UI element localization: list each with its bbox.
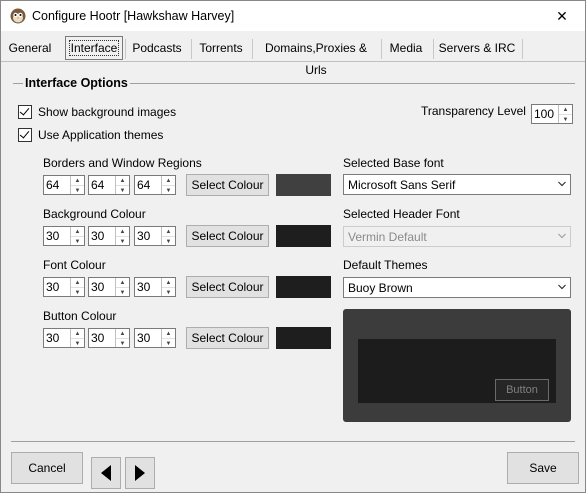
spin-down-icon[interactable]: ▼ xyxy=(71,288,84,297)
cancel-button[interactable]: Cancel xyxy=(11,452,83,484)
use-app-themes-checkbox[interactable]: Use Application themes xyxy=(18,128,163,142)
title-bar: Configure Hootr [Hawkshaw Harvey] ✕ xyxy=(1,1,585,31)
tab-domains-proxies-urls[interactable]: Domains,Proxies & Urls xyxy=(254,37,378,77)
font-blue-spinner[interactable]: 30 ▲ ▼ xyxy=(134,277,176,297)
theme-preview: Button xyxy=(343,309,571,422)
button-select-colour-button[interactable]: Select Colour xyxy=(186,327,269,349)
window-title: Configure Hootr [Hawkshaw Harvey] xyxy=(32,9,235,23)
transparency-label: Transparency Level xyxy=(421,104,526,118)
spin-down-icon[interactable]: ▼ xyxy=(71,339,84,348)
spin-up-icon[interactable]: ▲ xyxy=(116,176,129,186)
tab-servers-irc[interactable]: Servers & IRC xyxy=(435,37,519,59)
preview-button: Button xyxy=(495,379,549,401)
spin-up-icon[interactable]: ▲ xyxy=(162,176,175,186)
save-button[interactable]: Save xyxy=(507,452,579,484)
spin-up-icon[interactable]: ▲ xyxy=(71,329,84,339)
spin-down-icon[interactable]: ▼ xyxy=(116,339,129,348)
background-colour-swatch xyxy=(276,225,331,247)
spin-down-icon[interactable]: ▼ xyxy=(71,237,84,246)
hootr-app-icon xyxy=(10,8,26,24)
background-colour-label: Background Colour xyxy=(43,207,146,221)
show-bg-images-checkbox[interactable]: Show background images xyxy=(18,105,176,119)
close-icon: ✕ xyxy=(556,7,568,24)
spin-down-icon[interactable]: ▼ xyxy=(162,288,175,297)
background-select-colour-button[interactable]: Select Colour xyxy=(186,225,269,247)
spin-up-icon[interactable]: ▲ xyxy=(559,105,572,115)
default-themes-label: Default Themes xyxy=(343,258,428,272)
chevron-down-icon xyxy=(558,284,566,290)
spin-down-icon[interactable]: ▼ xyxy=(116,237,129,246)
next-button[interactable] xyxy=(125,457,155,489)
font-green-spinner[interactable]: 30 ▲ ▼ xyxy=(88,277,130,297)
arrow-right-icon xyxy=(135,465,145,481)
chevron-down-icon xyxy=(558,233,566,239)
borders-green-spinner[interactable]: 64 ▲ ▼ xyxy=(88,175,130,195)
tab-media[interactable]: Media xyxy=(383,37,429,59)
tab-strip: General Interface Podcasts Torrents Doma… xyxy=(1,35,585,77)
font-colour-label: Font Colour xyxy=(43,258,106,272)
spin-up-icon[interactable]: ▲ xyxy=(116,278,129,288)
spin-up-icon[interactable]: ▲ xyxy=(71,278,84,288)
spin-up-icon[interactable]: ▲ xyxy=(162,278,175,288)
button-red-spinner[interactable]: 30 ▲ ▼ xyxy=(43,328,85,348)
spin-down-icon[interactable]: ▼ xyxy=(162,339,175,348)
font-select-colour-button[interactable]: Select Colour xyxy=(186,276,269,298)
spin-down-icon[interactable]: ▼ xyxy=(116,288,129,297)
tab-podcasts[interactable]: Podcasts xyxy=(127,37,187,59)
tab-interface[interactable]: Interface xyxy=(65,36,123,60)
spin-up-icon[interactable]: ▲ xyxy=(71,227,84,237)
section-title: Interface Options xyxy=(23,76,130,90)
button-colour-swatch xyxy=(276,327,331,349)
background-blue-spinner[interactable]: 30 ▲ ▼ xyxy=(134,226,176,246)
background-green-spinner[interactable]: 30 ▲ ▼ xyxy=(88,226,130,246)
footer-divider xyxy=(11,441,575,442)
spin-down-icon[interactable]: ▼ xyxy=(559,115,572,124)
spin-up-icon[interactable]: ▲ xyxy=(71,176,84,186)
borders-select-colour-button[interactable]: Select Colour xyxy=(186,174,269,196)
chevron-down-icon xyxy=(558,181,566,187)
font-colour-swatch xyxy=(276,276,331,298)
prev-button[interactable] xyxy=(91,457,121,489)
transparency-spinner[interactable]: 100 ▲ ▼ xyxy=(531,104,573,124)
borders-label: Borders and Window Regions xyxy=(43,156,202,170)
spin-down-icon[interactable]: ▼ xyxy=(162,237,175,246)
button-colour-label: Button Colour xyxy=(43,309,117,323)
borders-blue-spinner[interactable]: 64 ▲ ▼ xyxy=(134,175,176,195)
tab-torrents[interactable]: Torrents xyxy=(193,37,249,59)
default-themes-select[interactable]: Buoy Brown xyxy=(343,277,571,298)
close-button[interactable]: ✕ xyxy=(539,1,585,31)
tab-general[interactable]: General xyxy=(7,37,53,59)
spin-up-icon[interactable]: ▲ xyxy=(116,329,129,339)
header-font-label: Selected Header Font xyxy=(343,207,460,221)
spin-up-icon[interactable]: ▲ xyxy=(162,227,175,237)
spin-up-icon[interactable]: ▲ xyxy=(116,227,129,237)
spin-down-icon[interactable]: ▼ xyxy=(116,186,129,195)
borders-red-spinner[interactable]: 64 ▲ ▼ xyxy=(43,175,85,195)
button-green-spinner[interactable]: 30 ▲ ▼ xyxy=(88,328,130,348)
arrow-left-icon xyxy=(101,465,111,481)
configure-window: Configure Hootr [Hawkshaw Harvey] ✕ Gene… xyxy=(0,0,586,493)
theme-preview-inner: Button xyxy=(358,339,556,403)
base-font-label: Selected Base font xyxy=(343,156,444,170)
header-font-select: Vermin Default xyxy=(343,226,571,247)
spin-up-icon[interactable]: ▲ xyxy=(162,329,175,339)
button-blue-spinner[interactable]: 30 ▲ ▼ xyxy=(134,328,176,348)
base-font-select[interactable]: Microsoft Sans Serif xyxy=(343,174,571,195)
background-red-spinner[interactable]: 30 ▲ ▼ xyxy=(43,226,85,246)
checkbox-checked-icon xyxy=(18,128,32,142)
checkbox-checked-icon xyxy=(18,105,32,119)
font-red-spinner[interactable]: 30 ▲ ▼ xyxy=(43,277,85,297)
spin-down-icon[interactable]: ▼ xyxy=(71,186,84,195)
spin-down-icon[interactable]: ▼ xyxy=(162,186,175,195)
borders-colour-swatch xyxy=(276,174,331,196)
